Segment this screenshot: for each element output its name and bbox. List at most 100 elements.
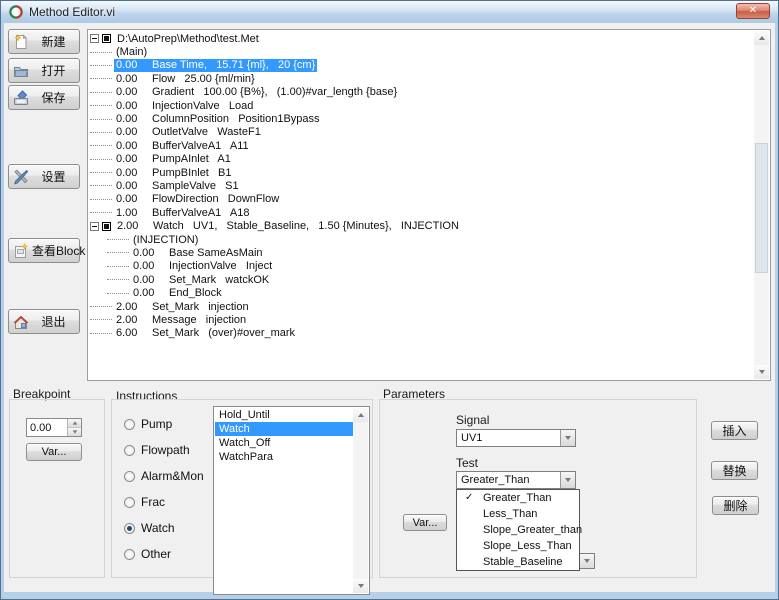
- sidebar-button-label: 新建: [32, 33, 75, 50]
- tree-row[interactable]: 1.00BufferValveA1 A18: [90, 206, 753, 219]
- dropdown-item-label: Stable_Baseline: [483, 556, 563, 568]
- tree-row[interactable]: 0.00Gradient 100.00 {B%}, (1.00)#var_len…: [90, 86, 753, 99]
- radio-icon[interactable]: [124, 523, 135, 534]
- dropdown-item[interactable]: Slope_Greater_than: [457, 522, 579, 538]
- test-dropdown-list: ✓Greater_Than Less_Than Slope_Greater_than…: [456, 489, 580, 571]
- radio-label: Alarm&Mon: [141, 469, 204, 483]
- radio-option-watch[interactable]: Watch: [124, 515, 204, 541]
- sidebar-button-settings[interactable]: 设置: [8, 164, 80, 189]
- tree-row[interactable]: 0.00Base SameAsMain: [90, 246, 753, 259]
- radio-option-flowpath[interactable]: Flowpath: [124, 437, 204, 463]
- list-item[interactable]: Watch: [215, 422, 353, 436]
- tree-row[interactable]: 0.00Flow 25.00 {ml/min}: [90, 72, 753, 85]
- radio-option-other[interactable]: Other: [124, 541, 204, 567]
- insert-button[interactable]: 插入: [711, 421, 758, 440]
- dropdown-item[interactable]: Slope_Less_Than: [457, 538, 579, 554]
- tree-row-body: 0.00InjectionValve Load: [114, 99, 255, 112]
- sidebar-button-new[interactable]: 新建: [8, 29, 80, 54]
- dropdown-item[interactable]: ✓Greater_Than: [457, 490, 579, 506]
- replace-button[interactable]: 替换: [711, 461, 758, 480]
- sidebar-button-save[interactable]: 保存: [8, 85, 80, 110]
- radio-icon[interactable]: [124, 445, 135, 456]
- listbox-scrollbar[interactable]: [353, 408, 368, 593]
- radio-label: Other: [141, 547, 171, 561]
- app-icon: [8, 4, 24, 20]
- dropdown-item-label: Less_Than: [483, 508, 537, 520]
- tree-row[interactable]: 0.00Set_Mark watckOK: [90, 273, 753, 286]
- test-combobox[interactable]: Greater_Than: [456, 471, 576, 489]
- parameters-var-button[interactable]: Var...: [403, 514, 447, 531]
- tree-connector: [90, 119, 112, 120]
- tree-row-body: 6.00Set_Mark (over)#over_mark: [114, 327, 297, 340]
- tree-connector: [107, 239, 129, 240]
- radio-icon[interactable]: [124, 471, 135, 482]
- tree-row-body: 0.00InjectionValve Inject: [131, 260, 274, 273]
- tree-row[interactable]: (INJECTION): [90, 233, 753, 246]
- scroll-down-icon[interactable]: [754, 365, 769, 379]
- chevron-down-icon[interactable]: [560, 430, 575, 446]
- tree-scrollbar-thumb[interactable]: [755, 143, 768, 273]
- tree-row[interactable]: D:\AutoPrep\Method\test.Met: [90, 32, 753, 45]
- radio-option-pump[interactable]: Pump: [124, 411, 204, 437]
- signal-combobox[interactable]: UV1: [456, 429, 576, 447]
- radio-option-alarm-mon[interactable]: Alarm&Mon: [124, 463, 204, 489]
- sidebar-button-open[interactable]: 打开: [8, 58, 80, 83]
- tree-row-text: SampleValve S1: [152, 180, 239, 192]
- tree-row[interactable]: 0.00SampleValve S1: [90, 179, 753, 192]
- radio-icon[interactable]: [124, 419, 135, 430]
- tree-row-text: Base SameAsMain: [169, 247, 263, 259]
- list-item[interactable]: Hold_Until: [215, 408, 353, 422]
- client-area: 新建打开保存设置查看Block 退出 D:\AutoPrep\Method\tes…: [4, 23, 775, 592]
- sidebar-button-label: 保存: [32, 89, 75, 106]
- dropdown-item[interactable]: Stable_Baseline: [457, 554, 579, 570]
- instruction-list-items: Hold_UntilWatchWatch_OffWatchPara: [215, 408, 353, 593]
- tree-expander-icon[interactable]: [90, 34, 99, 43]
- tree-connector: [90, 78, 112, 79]
- scroll-up-icon[interactable]: [353, 408, 368, 422]
- tree-row[interactable]: 0.00BufferValveA1 A11: [90, 139, 753, 152]
- tree-row[interactable]: 2.00Set_Mark injection: [90, 300, 753, 313]
- tree-row-text: (INJECTION): [133, 234, 198, 246]
- tree-scrollbar[interactable]: [754, 31, 769, 379]
- list-item[interactable]: Watch_Off: [215, 436, 353, 450]
- tree-row[interactable]: (Main): [90, 45, 753, 58]
- tree-row[interactable]: 2.00Message injection: [90, 313, 753, 326]
- tree-row-time: 0.00: [116, 73, 152, 85]
- spin-up-icon[interactable]: [68, 419, 81, 427]
- tree-row-time: 2.00: [116, 301, 152, 313]
- tree-expander-icon[interactable]: [90, 222, 99, 231]
- scroll-up-icon[interactable]: [754, 31, 769, 45]
- tree-row[interactable]: 0.00InjectionValve Inject: [90, 260, 753, 273]
- tree-row-text: FlowDirection DownFlow: [152, 193, 279, 205]
- dropdown-item[interactable]: Less_Than: [457, 506, 579, 522]
- tree-row[interactable]: 0.00PumpBInlet B1: [90, 166, 753, 179]
- list-item[interactable]: WatchPara: [215, 450, 353, 464]
- tree-row[interactable]: 0.00ColumnPosition Position1Bypass: [90, 112, 753, 125]
- chevron-down-icon[interactable]: [579, 554, 594, 568]
- view-block-icon: [13, 243, 29, 259]
- sidebar-button-exit[interactable]: 退出: [8, 309, 80, 334]
- tree-row[interactable]: 0.00InjectionValve Load: [90, 99, 753, 112]
- breakpoint-input[interactable]: [27, 419, 67, 436]
- tree-row[interactable]: 6.00Set_Mark (over)#over_mark: [90, 327, 753, 340]
- spin-down-icon[interactable]: [68, 427, 81, 436]
- tree-row-time: 0.00: [133, 260, 169, 272]
- tree-connector: [90, 212, 112, 213]
- tree-row[interactable]: 2.00Watch UV1, Stable_Baseline, 1.50 {Mi…: [90, 219, 753, 232]
- delete-button[interactable]: 删除: [712, 496, 759, 515]
- tree-row-time: 0.00: [116, 140, 152, 152]
- tree-row[interactable]: 0.00Base Time, 15.71 {ml}, 20 {cm}: [90, 59, 753, 72]
- tree-row[interactable]: 0.00OutletValve WasteF1: [90, 126, 753, 139]
- sidebar-button-view-block[interactable]: 查看Block: [8, 238, 80, 263]
- breakpoint-var-button[interactable]: Var...: [26, 443, 82, 461]
- tree-row[interactable]: 0.00PumpAInlet A1: [90, 153, 753, 166]
- chevron-down-icon[interactable]: [560, 472, 575, 488]
- tree-row[interactable]: 0.00FlowDirection DownFlow: [90, 193, 753, 206]
- radio-icon[interactable]: [124, 549, 135, 560]
- tree-row[interactable]: 0.00End_Block: [90, 286, 753, 299]
- radio-option-frac[interactable]: Frac: [124, 489, 204, 515]
- tree-connector: [107, 279, 129, 280]
- close-button[interactable]: ✕: [736, 3, 770, 19]
- scroll-down-icon[interactable]: [353, 579, 368, 593]
- radio-icon[interactable]: [124, 497, 135, 508]
